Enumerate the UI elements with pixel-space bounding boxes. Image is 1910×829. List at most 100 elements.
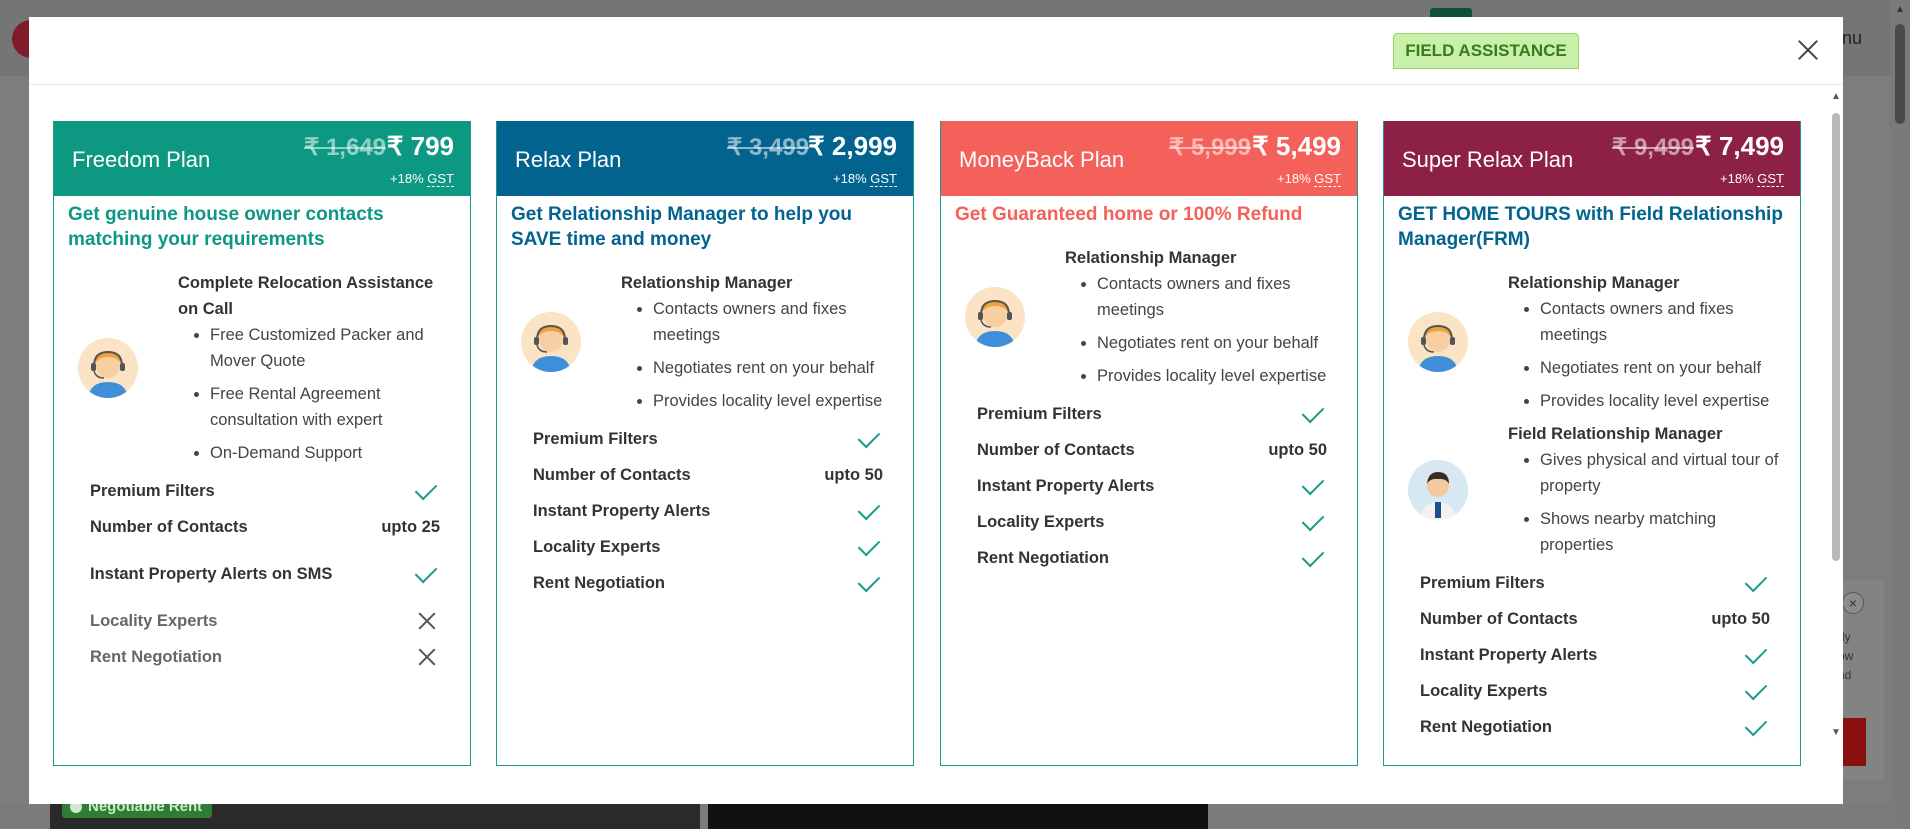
feature-item: Negotiates rent on your behalf <box>653 355 895 381</box>
facility-row: Locality Experts <box>1384 673 1800 709</box>
facility-label: Number of Contacts <box>977 441 1135 459</box>
facility-label: Rent Negotiation <box>90 648 222 666</box>
plan-name: Super Relax Plan <box>1402 147 1574 172</box>
feature-block: Relationship Manager Contacts owners and … <box>1384 270 1800 414</box>
check-icon <box>414 560 438 584</box>
plan-card[interactable]: Super Relax Plan ₹ 9,499 ₹ 7,499 +18% GST GE… <box>1383 121 1801 766</box>
plan-price: ₹ 2,999 <box>808 131 897 161</box>
plan-price: ₹ 5,499 <box>1252 131 1341 161</box>
check-icon <box>1301 472 1325 496</box>
facility-row: Premium Filters <box>497 421 913 457</box>
facility-row: Locality Experts <box>54 603 470 639</box>
feature-list: Contacts owners and fixes meetings Negoti… <box>621 296 895 414</box>
check-icon <box>1301 508 1325 532</box>
gst-link[interactable]: GST <box>427 171 454 187</box>
facility-row: Instant Property Alerts <box>941 468 1357 504</box>
field-manager-icon <box>1408 459 1468 520</box>
page-scrollbar[interactable] <box>1890 0 1910 829</box>
original-price: ₹ 1,649 <box>304 134 386 161</box>
check-icon <box>857 425 881 449</box>
facility-label: Rent Negotiation <box>1420 718 1552 736</box>
check-icon <box>1744 713 1768 737</box>
gst-link[interactable]: GST <box>870 171 897 187</box>
facility-label: Instant Property Alerts <box>977 477 1155 495</box>
support-agent-icon <box>78 338 138 398</box>
facility-row: Instant Property Alerts on SMS <box>54 545 470 603</box>
facility-row: Number of Contacts upto 50 <box>941 432 1357 468</box>
check-icon <box>1744 569 1768 593</box>
feature-body: Field Relationship Manager Gives physical… <box>1508 421 1800 558</box>
check-icon <box>1744 677 1768 701</box>
scroll-up-icon[interactable]: ▲ <box>1831 91 1841 102</box>
support-agent-icon <box>1408 312 1468 372</box>
facility-row: Locality Experts <box>941 504 1357 540</box>
facility-row: Number of Contacts upto 50 <box>497 457 913 493</box>
check-icon <box>857 497 881 521</box>
feature-title: Complete Relocation Assistance on Call <box>178 274 434 318</box>
feature-list: Free Customized Packer and Mover Quote Fr… <box>178 322 452 466</box>
gst-note: +18% GST <box>390 171 454 187</box>
feature-list: Gives physical and virtual tour of prope… <box>1508 447 1782 558</box>
facility-row: Rent Negotiation <box>54 639 470 675</box>
gst-link[interactable]: GST <box>1314 171 1341 187</box>
close-icon[interactable] <box>1793 35 1823 65</box>
facility-label: Locality Experts <box>533 538 661 556</box>
facility-row: Rent Negotiation <box>1384 709 1800 745</box>
plan-header: Relax Plan ₹ 3,499 ₹ 2,999 +18% GST <box>497 121 913 196</box>
gst-percent: +18% <box>1720 171 1754 186</box>
plan-card[interactable]: Freedom Plan ₹ 1,649 ₹ 799 +18% GST Get genu… <box>53 121 471 766</box>
plan-card[interactable]: Relax Plan ₹ 3,499 ₹ 2,999 +18% GST Get Rela… <box>496 121 914 766</box>
feature-title: Relationship Manager <box>621 274 793 292</box>
check-icon <box>1301 544 1325 568</box>
facility-value: upto 25 <box>381 517 440 536</box>
feature-body: Relationship Manager Contacts owners and … <box>1508 270 1800 414</box>
feature-body: Relationship Manager Contacts owners and … <box>621 270 913 414</box>
listing-image <box>708 804 1208 829</box>
facility-value: upto 50 <box>1711 609 1770 628</box>
feature-list: Contacts owners and fixes meetings Negoti… <box>1508 296 1782 414</box>
feature-item: Provides locality level expertise <box>1097 363 1339 389</box>
facility-row: Rent Negotiation <box>941 540 1357 576</box>
feature-block: Complete Relocation Assistance on CallFr… <box>54 270 470 466</box>
plan-header: MoneyBack Plan ₹ 5,999 ₹ 5,499 +18% GST <box>941 121 1357 196</box>
facility-label: Instant Property Alerts <box>1420 646 1598 664</box>
scroll-down-icon[interactable]: ▼ <box>1831 727 1841 738</box>
check-icon <box>857 569 881 593</box>
feature-item: Negotiates rent on your behalf <box>1540 355 1782 381</box>
chat-close-button[interactable]: × <box>1842 592 1864 614</box>
facility-row: Instant Property Alerts <box>497 493 913 529</box>
plan-tagline: Get Guaranteed home or 100% Refund <box>955 204 1303 225</box>
facility-row: Premium Filters <box>54 473 470 509</box>
plan-header: Super Relax Plan ₹ 9,499 ₹ 7,499 +18% GST <box>1384 121 1800 196</box>
facility-value: upto 50 <box>1268 440 1327 459</box>
facility-label: Premium Filters <box>533 430 658 448</box>
feature-title: Relationship Manager <box>1508 274 1680 292</box>
feature-block: Field Relationship Manager Gives physical… <box>1384 421 1800 558</box>
gst-note: +18% GST <box>833 171 897 187</box>
feature-item: Contacts owners and fixes meetings <box>653 296 895 348</box>
facility-value: upto 50 <box>824 465 883 484</box>
feature-item: Shows nearby matching properties <box>1540 506 1782 558</box>
plans-modal: FIELD ASSISTANCE Freedom Plan ₹ 1,649 ₹ 79… <box>29 17 1843 804</box>
cross-icon <box>418 648 436 666</box>
page-scrollbar-thumb[interactable] <box>1895 24 1905 124</box>
plan-name: Relax Plan <box>515 147 622 172</box>
feature-title: Relationship Manager <box>1065 249 1237 267</box>
feature-block: Relationship Manager Contacts owners and … <box>941 245 1357 389</box>
gst-link[interactable]: GST <box>1757 171 1784 187</box>
check-icon <box>1744 641 1768 665</box>
facility-label: Number of Contacts <box>1420 610 1578 628</box>
gst-percent: +18% <box>1277 171 1311 186</box>
facility-row: Number of Contacts upto 50 <box>1384 601 1800 637</box>
feature-item: Contacts owners and fixes meetings <box>1097 271 1339 323</box>
plan-name: Freedom Plan <box>72 147 211 172</box>
modal-scrollbar-thumb[interactable] <box>1832 113 1840 561</box>
feature-item: Free Rental Agreement consultation with … <box>210 381 452 433</box>
plan-card[interactable]: MoneyBack Plan ₹ 5,999 ₹ 5,499 +18% GST Get … <box>940 121 1358 766</box>
cross-icon <box>418 612 436 630</box>
support-agent-icon <box>965 287 1025 347</box>
gst-note: +18% GST <box>1720 171 1784 187</box>
check-icon <box>857 533 881 557</box>
scroll-up-icon[interactable]: ▲ <box>1895 4 1905 15</box>
plans-container: Freedom Plan ₹ 1,649 ₹ 799 +18% GST Get genu… <box>29 86 1843 766</box>
